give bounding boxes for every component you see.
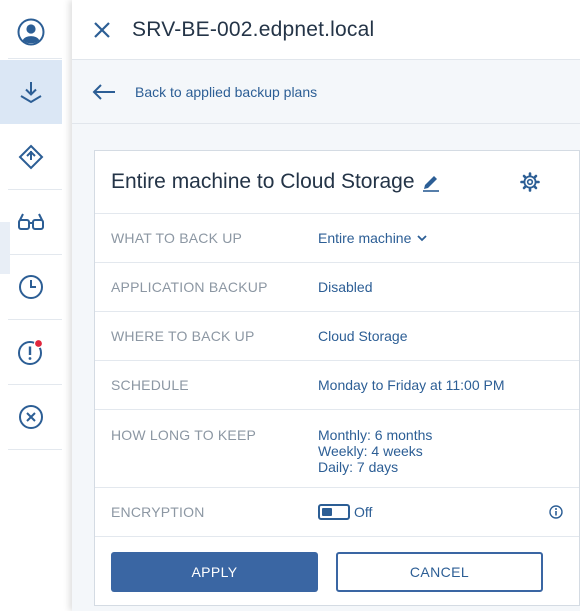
what-to-back-up-select[interactable]: Entire machine <box>318 230 428 246</box>
rail-divider <box>8 449 62 450</box>
rail-item-cancel[interactable] <box>0 385 62 449</box>
row-where-to-back-up: WHERE TO BACK UP Cloud Storage <box>95 312 579 361</box>
back-row: Back to applied backup plans <box>72 60 580 124</box>
schedule-link[interactable]: Monday to Friday at 11:00 PM <box>318 377 505 393</box>
rail-divider <box>8 58 62 59</box>
page-title: SRV-BE-002.edpnet.local <box>132 17 375 41</box>
row-label: WHERE TO BACK UP <box>111 328 255 344</box>
download-icon <box>20 82 42 104</box>
rail-item-alerts[interactable] <box>0 320 62 384</box>
app: SRV-BE-002.edpnet.local Back to applied … <box>0 0 580 611</box>
what-to-back-up-value: Entire machine <box>318 230 412 246</box>
nav-rail <box>0 0 72 611</box>
apply-button[interactable]: APPLY <box>111 552 318 592</box>
retention-daily: Daily: 7 days <box>318 459 399 475</box>
close-icon <box>94 21 110 38</box>
edit-plan-button[interactable] <box>421 172 441 192</box>
arrow-left-icon <box>92 83 115 100</box>
rail-item-account[interactable] <box>0 0 62 64</box>
backup-plan-panel: SRV-BE-002.edpnet.local Back to applied … <box>72 0 580 611</box>
cancel-button[interactable]: CANCEL <box>336 552 543 592</box>
encryption-toggle[interactable] <box>318 504 350 520</box>
pencil-icon <box>422 176 439 192</box>
application-backup-link[interactable]: Disabled <box>318 279 372 295</box>
encryption-state: Off <box>354 504 373 520</box>
back-button[interactable] <box>72 60 134 124</box>
row-how-long-to-keep: HOW LONG TO KEEP Monthly: 6 months Weekl… <box>95 410 579 488</box>
retention-weekly: Weekly: 4 weeks <box>318 443 423 459</box>
encryption-control: Off <box>318 504 579 520</box>
user-icon <box>17 18 45 46</box>
row-application-backup: APPLICATION BACKUP Disabled <box>95 263 579 312</box>
gear-icon <box>520 172 540 192</box>
clock-icon <box>19 275 43 299</box>
plan-settings-button[interactable] <box>519 171 541 198</box>
card-actions: APPLY CANCEL <box>111 552 543 592</box>
rail-item-deploy[interactable] <box>0 125 62 189</box>
plan-title: Entire machine to Cloud Storage <box>111 170 415 193</box>
alert-icon <box>18 338 44 365</box>
row-label: WHAT TO BACK UP <box>111 230 243 246</box>
rail-item-schedule[interactable] <box>0 255 62 319</box>
rail-item-backup[interactable] <box>0 60 62 124</box>
deploy-icon <box>18 144 44 170</box>
cancel-circle-icon <box>19 405 43 429</box>
chevron-down-icon <box>417 234 428 241</box>
row-label: HOW LONG TO KEEP <box>111 427 257 443</box>
row-label: SCHEDULE <box>111 377 189 393</box>
where-to-back-up-link[interactable]: Cloud Storage <box>318 328 408 344</box>
glasses-icon <box>18 213 44 230</box>
retention-link[interactable]: Monthly: 6 months Weekly: 4 weeks Daily:… <box>318 427 432 475</box>
close-button[interactable] <box>72 0 132 60</box>
panel-header: SRV-BE-002.edpnet.local <box>72 0 580 60</box>
backup-plan-card: Entire machine to Cloud Storage WHAT TO … <box>94 150 580 606</box>
info-icon <box>549 505 563 519</box>
retention-monthly: Monthly: 6 months <box>318 427 433 443</box>
row-label: APPLICATION BACKUP <box>111 279 268 295</box>
back-to-plans-link[interactable]: Back to applied backup plans <box>135 84 317 100</box>
row-encryption: ENCRYPTION Off <box>95 488 579 537</box>
encryption-info-button[interactable] <box>549 505 563 519</box>
card-header: Entire machine to Cloud Storage <box>95 151 579 214</box>
row-schedule: SCHEDULE Monday to Friday at 11:00 PM <box>95 361 579 410</box>
row-label: ENCRYPTION <box>111 504 205 520</box>
row-what-to-back-up: WHAT TO BACK UP Entire machine <box>95 214 579 263</box>
toggle-knob <box>322 508 332 516</box>
